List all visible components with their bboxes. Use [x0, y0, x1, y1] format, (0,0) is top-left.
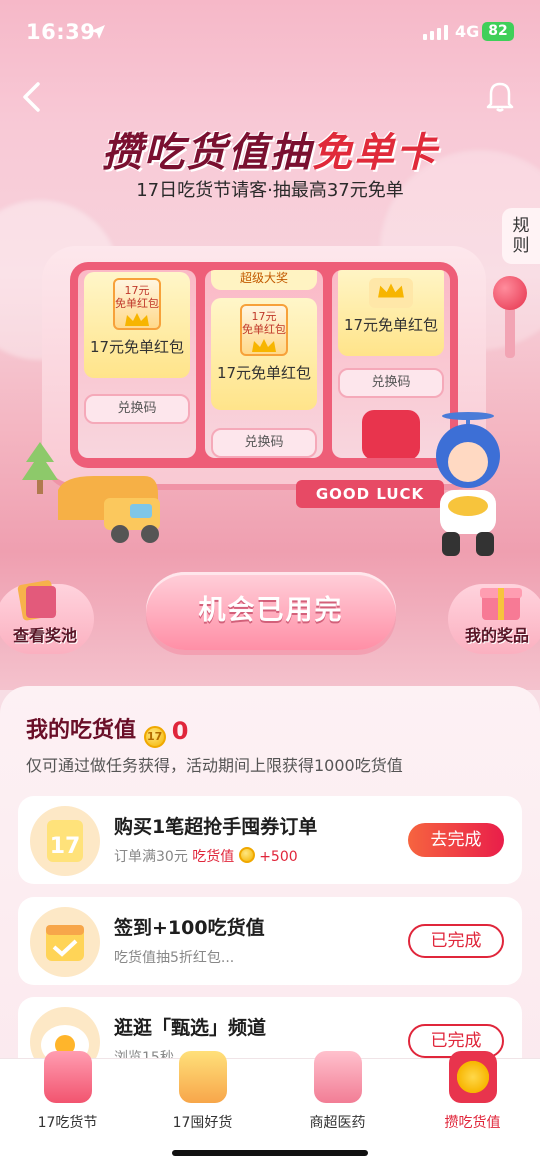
bell-icon[interactable]: [486, 80, 514, 112]
code-tag: 兑换码: [338, 368, 444, 398]
prize-card: 17元 免单红包 17元免单红包: [84, 272, 190, 378]
points-value: 0: [171, 717, 189, 745]
ticket-type: 免单红包: [115, 297, 159, 310]
back-icon[interactable]: [18, 80, 44, 114]
title-highlight: 免单卡: [312, 130, 438, 176]
calendar-number: 17: [50, 834, 81, 859]
slot-reel: 超级大奖 17元 免单红包 17元免单红包 兑换码: [205, 270, 323, 458]
coin-icon: 17: [143, 726, 166, 748]
my-prizes-label: 我的奖品: [464, 626, 529, 645]
task-title: 签到+100吃货值: [114, 917, 265, 939]
wallet-icon: [179, 1051, 227, 1103]
prize-card: 17元免单红包: [338, 270, 444, 356]
page-subtitle: 17日吃货节请客·抽最高37元免单: [136, 180, 404, 201]
checkin-calendar-icon: [30, 907, 100, 977]
task-desc: 吃货值抽5折红包...: [114, 950, 235, 966]
calendar-icon: 17: [30, 806, 100, 876]
task-title: 购买1笔超抢手囤券订单: [114, 816, 318, 838]
location-arrow-icon: [91, 25, 105, 39]
ticket-icon: [369, 278, 413, 308]
slot-window: 17元 免单红包 17元免单红包 兑换码 超级大奖 17元 免单红包 17元免单…: [70, 262, 458, 468]
status-bar: 16:39 4G 82: [0, 0, 540, 66]
code-tag: 兑换码: [211, 428, 317, 458]
code-tag: 兑换码: [84, 394, 190, 424]
task-card: 签到+100吃货值 吃货值抽5折红包... 已完成: [18, 897, 522, 985]
tab-label: 商超医药: [309, 1115, 366, 1131]
ticket-icon: 17元 免单红包: [113, 278, 161, 330]
go-complete-button[interactable]: 去完成: [408, 823, 504, 857]
crown-icon: [378, 283, 404, 298]
prize-label: 17元免单红包: [343, 316, 439, 334]
slot-reel: 17元 免单红包 17元免单红包 兑换码: [78, 270, 196, 458]
view-prize-pool-button[interactable]: 查看奖池: [0, 580, 94, 654]
gift-icon: [480, 588, 522, 620]
page-title: 攒吃货值抽免单卡: [0, 120, 540, 178]
rules-label: 则: [512, 236, 530, 256]
app-logo-icon: [362, 410, 420, 458]
ticket-amount: 17元: [124, 284, 150, 297]
book-icon: [17, 580, 57, 621]
task-bonus: +500: [259, 849, 298, 865]
tab-label: 17吃货节: [37, 1115, 98, 1131]
ticket-type: 免单红包: [242, 323, 286, 336]
rules-label: 规: [512, 216, 530, 236]
prize-label: 17元免单红包: [89, 338, 185, 356]
view-prize-pool-label: 查看奖池: [12, 626, 77, 645]
grand-prize-hint: 超级大奖: [211, 270, 317, 290]
home-indicator: [172, 1150, 368, 1156]
crown-icon: [125, 313, 149, 326]
points-title: 我的吃货值: [26, 718, 137, 743]
calendar-graphic: 17: [47, 820, 83, 862]
points-description: 仅可通过做任务获得，活动期间上限获得1000吃货值: [26, 756, 403, 775]
completed-button[interactable]: 已完成: [408, 924, 504, 958]
ticket-amount: 17元: [251, 310, 277, 323]
tab-earn-points[interactable]: 攒吃货值: [405, 1051, 540, 1169]
lever-knob-icon[interactable]: [493, 276, 527, 310]
status-time: 16:39: [26, 20, 96, 44]
ticket-icon: 17元 免单红包: [240, 304, 288, 356]
mascot-icon: [436, 412, 500, 556]
tab-label: 17囤好货: [172, 1115, 233, 1131]
tab-label: 攒吃货值: [444, 1115, 501, 1131]
task-title: 逛逛「甄选」频道: [114, 1017, 267, 1039]
crown-icon: [252, 339, 276, 352]
title-part: 攒吃货值抽: [102, 130, 312, 176]
checkin-graphic: [46, 925, 84, 961]
task-card: 17 购买1笔超抢手囤券订单 订单满30元 吃货值 +500 去完成: [18, 796, 522, 884]
rules-tab[interactable]: 规 则: [502, 208, 540, 264]
signal-icon: [423, 25, 448, 40]
task-desc-highlight: 吃货值: [192, 849, 235, 865]
prize-label: 17元免单红包: [216, 364, 312, 382]
tab-17-food-festival[interactable]: 17吃货节: [0, 1051, 135, 1169]
my-prizes-button[interactable]: 我的奖品: [448, 584, 540, 654]
battery-indicator: 82: [482, 22, 514, 41]
network-type: 4G: [455, 22, 480, 41]
points-header: 我的吃货值 17 0: [26, 712, 188, 748]
festival-icon: [44, 1051, 92, 1103]
basket-icon: [314, 1051, 362, 1103]
prize-card: 17元 免单红包 17元免单红包: [211, 298, 317, 410]
food-truck-icon: [58, 476, 160, 543]
task-desc-text: 订单满30元: [114, 849, 188, 865]
task-desc: 订单满30元 吃货值 +500: [114, 846, 298, 866]
draw-button[interactable]: 机会已用完: [146, 572, 396, 650]
coin-tab-icon: [449, 1051, 497, 1103]
coin-icon: [238, 847, 255, 863]
